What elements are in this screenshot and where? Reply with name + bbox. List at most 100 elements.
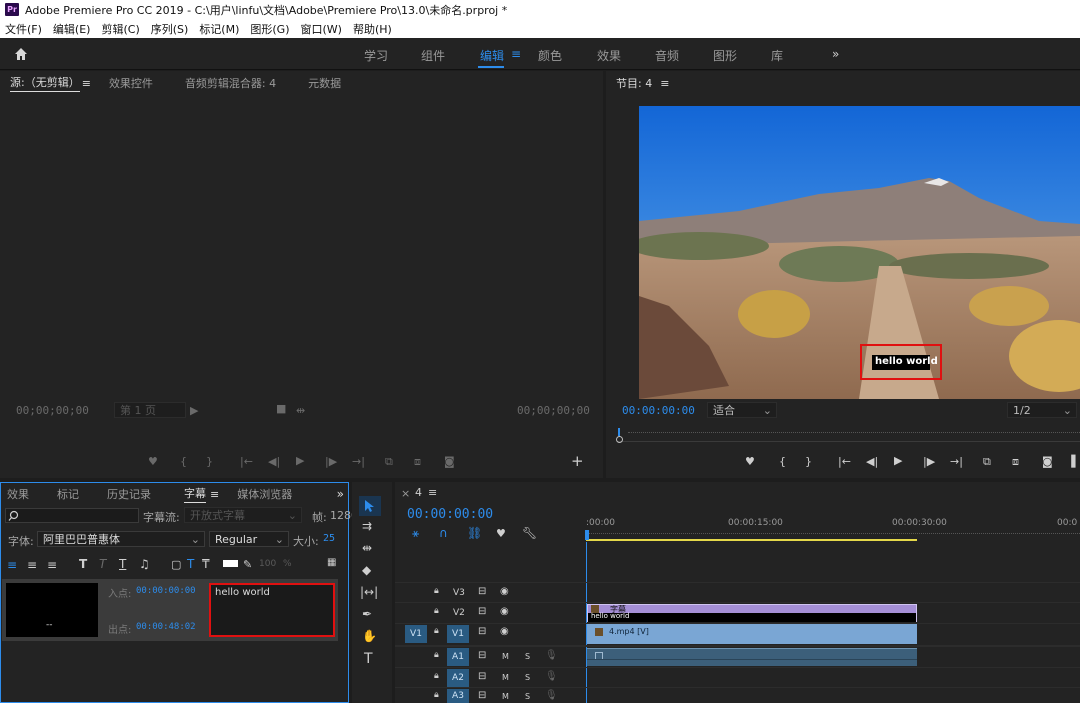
solo-button[interactable]: S [525, 692, 530, 701]
workspace-assembly[interactable]: 组件 [421, 47, 445, 64]
tab-media-browser[interactable]: 媒体浏览器 [237, 486, 292, 502]
resolution-select[interactable]: 1/2 ⌄ [1007, 402, 1077, 418]
play-icon[interactable]: ▶ [894, 454, 902, 467]
menu-window[interactable]: 窗口(W) [301, 21, 342, 37]
sync-lock-icon[interactable]: ⊟ [478, 650, 486, 661]
source-page-select[interactable]: 第 1 页 [114, 402, 186, 418]
source-panel-menu-icon[interactable]: ≡ [82, 77, 91, 90]
video-clip[interactable]: 4.mp4 [V] [587, 624, 917, 644]
lock-icon[interactable]: 🔒︎ [434, 606, 439, 616]
workspace-effects[interactable]: 效果 [597, 47, 621, 64]
tab-markers[interactable]: 标记 [57, 486, 79, 502]
add-marker-icon[interactable]: ♥ [148, 455, 158, 468]
out-point-value[interactable]: 00:00:48:02 [136, 622, 196, 632]
menu-sequence[interactable]: 序列(S) [151, 21, 189, 37]
audio-clip[interactable] [587, 648, 917, 666]
go-to-in-icon[interactable]: |← [240, 455, 253, 468]
font-select[interactable]: 阿里巴巴普惠体 ⌄ [37, 531, 205, 547]
wrench-icon[interactable]: 🔧︎ [522, 526, 537, 540]
workspace-editing[interactable]: 编辑 [480, 47, 504, 64]
music-note-icon[interactable]: ♫ [139, 557, 150, 571]
playhead-marker[interactable] [618, 428, 620, 436]
track-v1-target[interactable]: V1 [447, 625, 469, 643]
workspace-color[interactable]: 颜色 [538, 47, 562, 64]
export-frame-icon[interactable]: ◙ [1042, 455, 1053, 468]
lock-icon[interactable]: 🔒︎ [434, 671, 439, 681]
eyedropper-icon[interactable]: ✎ [243, 558, 252, 571]
align-left-icon[interactable]: ≡ [7, 558, 17, 572]
hand-tool-icon[interactable]: ✋ [362, 629, 377, 643]
export-frame-icon[interactable]: ◙ [444, 455, 455, 468]
program-mini-timeline[interactable] [616, 428, 1080, 443]
track-a3-target[interactable]: A3 [447, 689, 469, 703]
sync-lock-icon[interactable]: ⊟ [478, 690, 486, 701]
caption-entry-row[interactable]: -- 入点: 00:00:00:00 出点: 00:00:48:02 hello… [2, 579, 338, 641]
underline-icon[interactable]: T [119, 557, 126, 571]
workspace-graphics[interactable]: 图形 [713, 47, 737, 64]
step-forward-icon[interactable]: |▶ [325, 455, 337, 468]
workspace-editing-menu-icon[interactable]: ≡ [511, 47, 521, 61]
tab-audio-clip-mixer[interactable]: 音频剪辑混合器: 4 [185, 75, 276, 91]
tab-history[interactable]: 历史记录 [107, 486, 151, 502]
add-marker-icon[interactable]: ♥ [745, 455, 755, 468]
mark-in-icon[interactable]: { [180, 455, 187, 468]
playhead-handle[interactable] [616, 436, 623, 443]
workspace-libraries[interactable]: 库 [771, 47, 783, 64]
go-to-in-icon[interactable]: |← [838, 455, 851, 468]
mark-out-icon[interactable]: } [206, 455, 213, 468]
play-icon[interactable]: ▶ [296, 454, 304, 467]
lock-icon[interactable]: 🔒︎ [434, 650, 439, 660]
split-icon[interactable]: ⇹ [296, 404, 305, 417]
timeline-menu-icon[interactable]: ≡ [428, 486, 437, 499]
menu-markers[interactable]: 标记(M) [199, 21, 239, 37]
tab-effect-controls[interactable]: 效果控件 [109, 75, 153, 91]
square-icon[interactable]: ■ [276, 402, 286, 415]
align-center-icon[interactable]: ≡ [27, 558, 37, 572]
source-patch-v1[interactable]: V1 [405, 625, 427, 643]
tab-program[interactable]: 节目: 4 [616, 75, 652, 91]
add-marker-icon[interactable]: ♥ [496, 527, 506, 540]
razor-tool-icon[interactable]: ◆ [362, 563, 371, 577]
text-color-icon[interactable]: T [187, 557, 194, 571]
add-button-icon[interactable]: + [571, 452, 584, 470]
go-to-out-icon[interactable]: →| [950, 455, 963, 468]
mark-out-icon[interactable]: } [805, 455, 812, 468]
opacity-value[interactable]: 100 [259, 559, 276, 569]
step-back-icon[interactable]: ◀| [866, 455, 878, 468]
playhead-head[interactable] [585, 530, 589, 540]
track-select-tool-icon[interactable]: ⇉ [362, 519, 372, 533]
play-arrow-icon[interactable]: ▶ [190, 404, 198, 417]
timeline-timecode[interactable]: 00:00:00:00 [407, 507, 493, 522]
lock-icon[interactable]: 🔒︎ [434, 626, 439, 636]
workspace-learning[interactable]: 学习 [364, 47, 388, 64]
size-value[interactable]: 25 [323, 533, 335, 544]
ripple-edit-tool-icon[interactable]: ⇹ [362, 541, 372, 555]
eye-icon[interactable]: ◉ [500, 586, 509, 597]
solo-button[interactable]: S [525, 673, 530, 682]
nest-toggle-icon[interactable]: ⚹ [412, 526, 419, 541]
text-background-icon[interactable]: ₸ [202, 557, 210, 571]
menu-file[interactable]: 文件(F) [5, 21, 42, 37]
go-to-out-icon[interactable]: →| [352, 455, 365, 468]
fit-select[interactable]: 适合 ⌄ [707, 402, 777, 418]
menu-help[interactable]: 帮助(H) [353, 21, 392, 37]
bold-icon[interactable]: T [79, 557, 87, 571]
overwrite-icon[interactable]: ⧈ [414, 455, 421, 469]
caption-stream-select[interactable]: 开放式字幕 ⌄ [184, 507, 302, 523]
font-style-select[interactable]: Regular ⌄ [209, 531, 289, 547]
eye-icon[interactable]: ◉ [500, 606, 509, 617]
mute-button[interactable]: M [502, 652, 509, 661]
menu-clip[interactable]: 剪辑(C) [101, 21, 139, 37]
program-panel-menu-icon[interactable]: ≡ [660, 77, 669, 90]
microphone-icon[interactable]: 🎙︎ [545, 650, 558, 661]
step-forward-icon[interactable]: |▶ [923, 455, 935, 468]
align-right-icon[interactable]: ≡ [47, 558, 57, 572]
background-box-icon[interactable]: ▢ [171, 558, 181, 571]
track-a2-target[interactable]: A2 [447, 669, 469, 687]
mute-button[interactable]: M [502, 692, 509, 701]
mute-button[interactable]: M [502, 673, 509, 682]
grid-position-icon[interactable]: ▦ [327, 557, 337, 568]
sync-lock-icon[interactable]: ⊟ [478, 671, 486, 682]
solo-button[interactable]: S [525, 652, 530, 661]
tab-metadata[interactable]: 元数据 [308, 75, 341, 91]
